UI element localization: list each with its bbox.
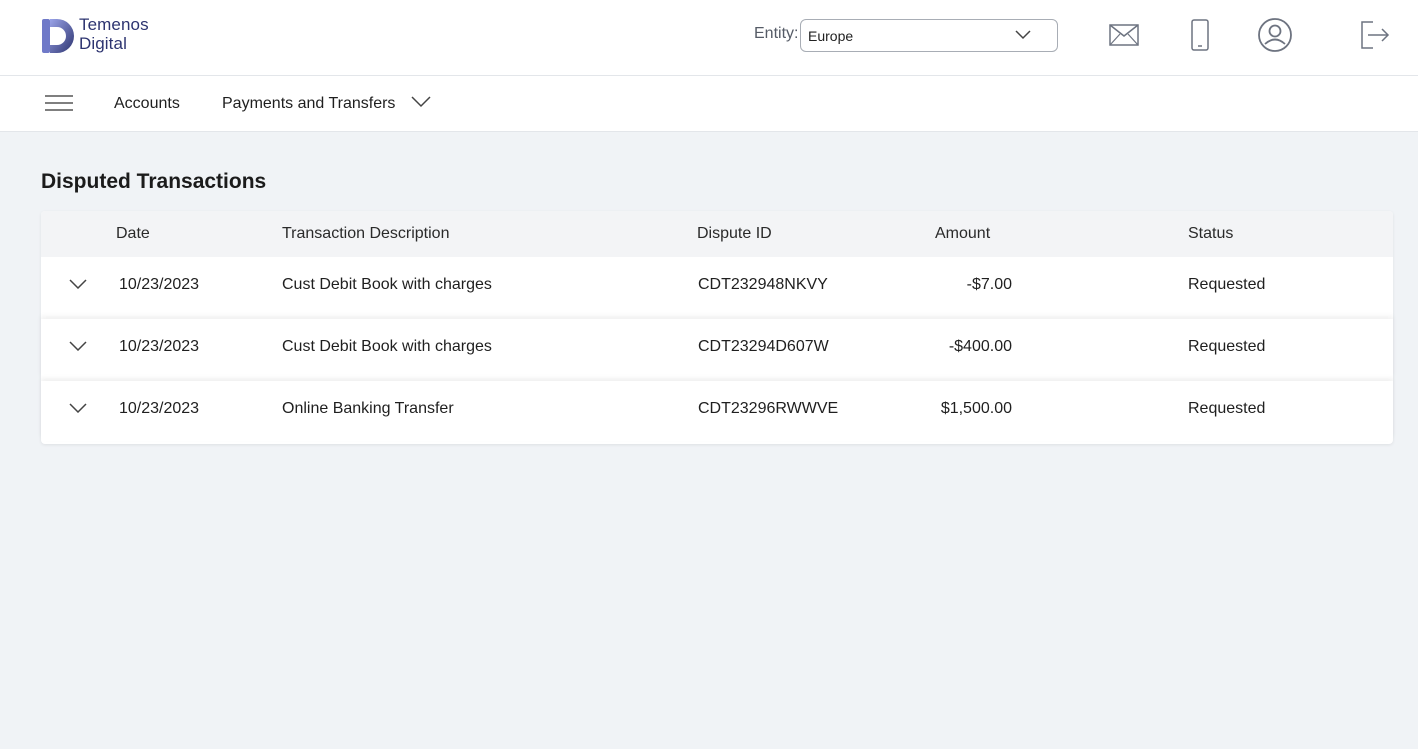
table-row[interactable]: 10/23/2023 Online Banking Transfer CDT23…: [41, 381, 1393, 441]
chevron-down-icon: [1015, 30, 1031, 40]
top-header: Temenos Digital Entity: Europe: [0, 0, 1418, 76]
row-status: Requested: [1188, 400, 1266, 417]
row-amount: -$400.00: [948, 338, 1012, 355]
row-description: Cust Debit Book with charges: [282, 276, 492, 293]
mail-icon[interactable]: [1109, 24, 1139, 46]
hamburger-menu-icon[interactable]: [45, 95, 73, 111]
row-amount: $1,500.00: [940, 400, 1012, 417]
expand-chevron-icon[interactable]: [69, 279, 87, 289]
column-header-status[interactable]: Status: [1188, 225, 1233, 243]
column-header-amount[interactable]: Amount: [935, 225, 990, 243]
mobile-icon[interactable]: [1190, 19, 1210, 51]
row-status: Requested: [1188, 338, 1266, 355]
nav-item-accounts[interactable]: Accounts: [114, 95, 180, 113]
logout-icon[interactable]: [1360, 21, 1390, 49]
row-dispute-id: CDT23294D607W: [698, 338, 829, 355]
column-header-date[interactable]: Date: [116, 225, 150, 243]
entity-select[interactable]: Europe: [800, 19, 1058, 52]
brand-line2: Digital: [79, 34, 127, 53]
row-date: 10/23/2023: [119, 338, 200, 355]
column-header-description[interactable]: Transaction Description: [282, 225, 449, 243]
disputed-transactions-table: Date Transaction Description Dispute ID …: [41, 211, 1393, 444]
table-row[interactable]: 10/23/2023 Cust Debit Book with charges …: [41, 319, 1393, 379]
chevron-down-icon[interactable]: [411, 96, 431, 108]
column-header-dispute-id[interactable]: Dispute ID: [697, 225, 772, 243]
logo-mark-icon: [42, 19, 74, 53]
row-date: 10/23/2023: [119, 400, 200, 417]
row-description: Cust Debit Book with charges: [282, 338, 492, 355]
expand-chevron-icon[interactable]: [69, 403, 87, 413]
table-header: Date Transaction Description Dispute ID …: [41, 211, 1393, 257]
row-dispute-id: CDT232948NKVY: [698, 276, 828, 293]
page-title: Disputed Transactions: [41, 170, 267, 193]
row-date: 10/23/2023: [119, 276, 200, 293]
temenos-logo[interactable]: Temenos Digital: [41, 15, 171, 57]
profile-icon[interactable]: [1257, 17, 1293, 53]
entity-select-value: Europe: [808, 28, 854, 44]
row-description: Online Banking Transfer: [282, 400, 454, 417]
table-row[interactable]: 10/23/2023 Cust Debit Book with charges …: [41, 257, 1393, 317]
expand-chevron-icon[interactable]: [69, 341, 87, 351]
entity-label: Entity:: [754, 25, 799, 42]
row-amount: -$7.00: [966, 276, 1012, 293]
row-status: Requested: [1188, 276, 1266, 293]
main-nav: Accounts Payments and Transfers: [0, 76, 1418, 132]
brand-line1: Temenos: [79, 15, 149, 34]
nav-item-payments-and-transfers[interactable]: Payments and Transfers: [222, 95, 395, 113]
row-dispute-id: CDT23296RWWVE: [698, 400, 839, 417]
